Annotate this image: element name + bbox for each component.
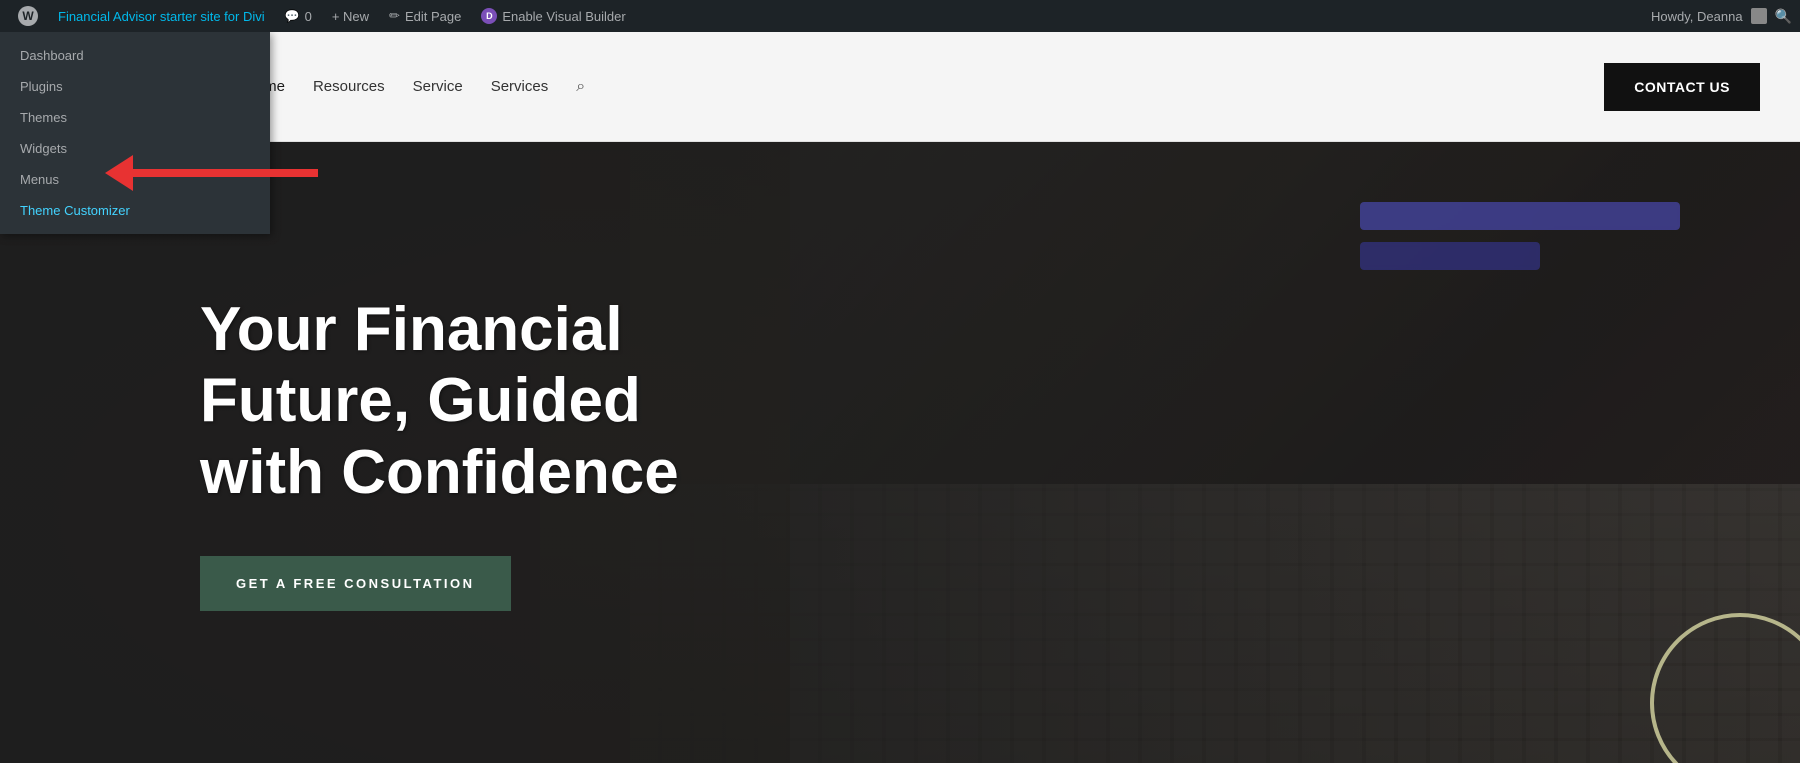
hero-content: Your Financial Future, Guided with Confi… [0,294,700,611]
divi-icon: D [481,8,497,24]
nav-services[interactable]: Services [491,78,549,95]
new-button[interactable]: + New [322,0,379,32]
hero-section: Your Financial Future, Guided with Confi… [0,142,1800,763]
nav-search-icon[interactable]: ⌕ [576,78,585,96]
user-avatar [1751,8,1767,24]
admin-bar: W Financial Advisor starter site for Div… [0,0,1800,32]
hero-heading: Your Financial Future, Guided with Confi… [200,294,700,508]
arrow-shaft [133,169,318,177]
contact-us-button[interactable]: CONTACT US [1604,63,1760,111]
site-title-link[interactable]: Financial Advisor starter site for Divi [48,0,275,32]
screen-bar-1 [1360,202,1680,230]
admin-bar-left: W Financial Advisor starter site for Div… [8,0,1651,32]
dashboard-menu-item[interactable]: Dashboard [0,40,270,71]
admin-dropdown-menu: Dashboard Plugins Themes Widgets Menus T… [0,32,270,234]
enable-visual-builder-button[interactable]: D Enable Visual Builder [471,0,635,32]
red-arrow [105,155,318,191]
screen-decorations [1360,202,1680,270]
hero-cta-button[interactable]: GET A FREE CONSULTATION [200,556,511,611]
nav-resources[interactable]: Resources [313,78,385,95]
comment-icon: 💬 [285,9,300,23]
comments-button[interactable]: 💬 0 [275,0,322,32]
theme-customizer-menu-item[interactable]: Theme Customizer [0,195,270,226]
nav-service[interactable]: Service [413,78,463,95]
search-icon[interactable]: 🔍 [1775,8,1792,25]
admin-bar-right: Howdy, Deanna 🔍 [1651,8,1792,25]
wp-logo-icon: W [18,6,38,26]
arrow-head [105,155,133,191]
edit-page-button[interactable]: ✏ Edit Page [379,0,471,32]
site-header: About Blog Contact Home Resources Servic… [0,32,1800,142]
plugins-menu-item[interactable]: Plugins [0,71,270,102]
screen-bar-2 [1360,242,1540,270]
themes-menu-item[interactable]: Themes [0,102,270,133]
wp-logo-button[interactable]: W [8,0,48,32]
